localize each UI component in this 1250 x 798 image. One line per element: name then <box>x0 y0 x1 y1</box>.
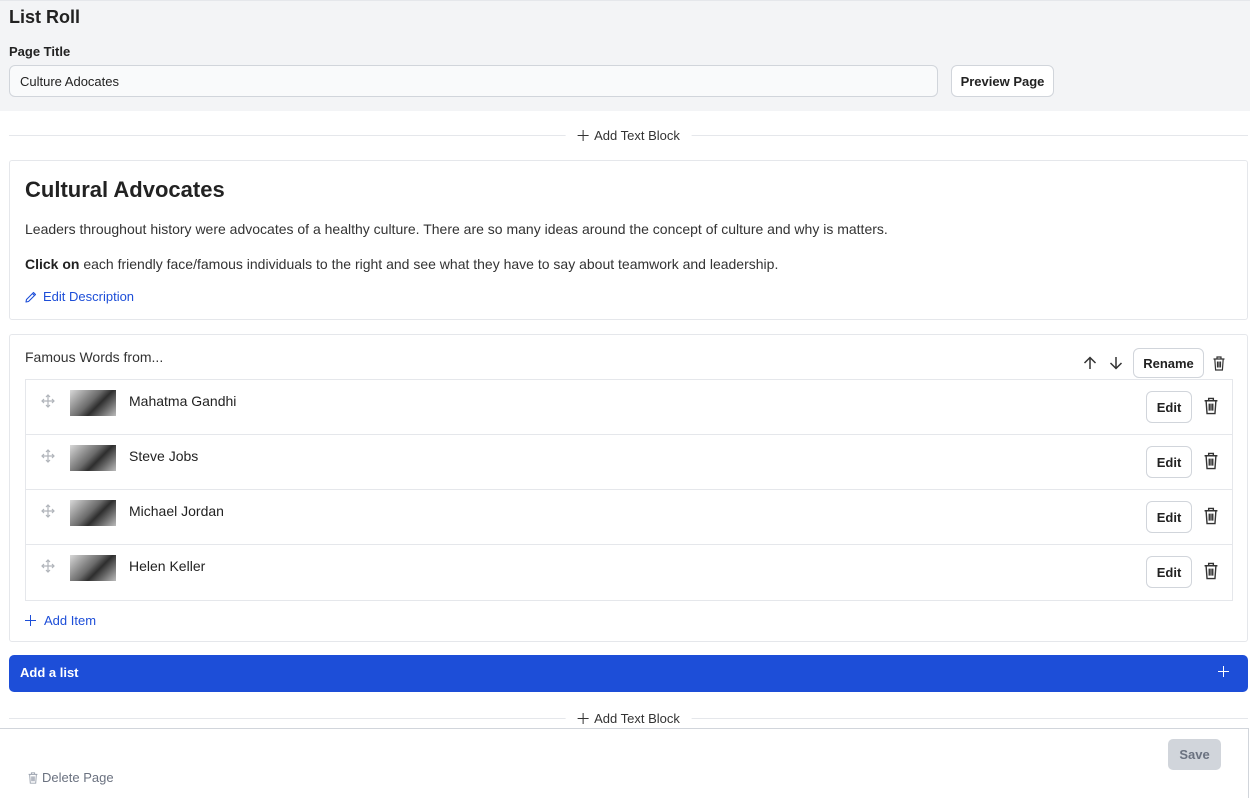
arrow-down-icon <box>1109 357 1123 370</box>
text-block-heading: Cultural Advocates <box>25 177 225 202</box>
item-name: Steve Jobs <box>129 448 199 464</box>
plus-icon <box>1218 666 1229 677</box>
trash-icon <box>28 771 38 784</box>
add-item-button[interactable]: Add Item <box>25 613 96 628</box>
trash-icon[interactable] <box>1204 507 1218 525</box>
item-name: Mahatma Gandhi <box>129 393 237 409</box>
list-item: Mahatma Gandhi Edit <box>26 380 1232 435</box>
edit-description-link[interactable]: Edit Description <box>25 289 134 304</box>
add-item-label: Add Item <box>44 613 97 628</box>
list-items: Mahatma Gandhi Edit Steve Jobs Edit Mich… <box>25 379 1233 601</box>
trash-icon[interactable] <box>1204 397 1218 415</box>
plus-icon <box>577 129 589 141</box>
page-title-input[interactable] <box>9 65 938 97</box>
text-block-paragraph-1: Leaders throughout history were advocate… <box>25 221 888 237</box>
item-thumbnail <box>70 445 116 471</box>
list-name: Famous Words from... <box>25 349 164 365</box>
footer-bar: Save Delete Page <box>0 728 1249 798</box>
page-title-label: Page Title <box>9 44 71 59</box>
delete-page-label: Delete Page <box>42 770 114 785</box>
add-text-block-label: Add Text Block <box>594 710 680 726</box>
text-block-paragraph-2-bold: Click on <box>25 256 80 272</box>
item-thumbnail <box>70 555 116 581</box>
save-button[interactable]: Save <box>1168 739 1221 770</box>
text-block-card: Cultural Advocates Leaders throughout hi… <box>9 160 1248 320</box>
add-text-block-row-bottom: Add Text Block <box>9 709 1248 727</box>
item-name: Michael Jordan <box>129 503 224 519</box>
edit-item-button[interactable]: Edit <box>1146 446 1192 478</box>
app-title: List Roll <box>9 7 80 27</box>
delete-page-button[interactable]: Delete Page <box>28 770 114 785</box>
drag-handle-icon[interactable] <box>41 394 55 408</box>
list-item: Steve Jobs Edit <box>26 435 1232 490</box>
text-block-paragraph-2-rest: each friendly face/famous individuals to… <box>79 256 779 272</box>
plus-icon <box>25 615 36 626</box>
move-list-up-button[interactable] <box>1079 350 1101 376</box>
trash-icon[interactable] <box>1204 452 1218 470</box>
list-item: Helen Keller Edit <box>26 545 1232 600</box>
drag-handle-icon[interactable] <box>41 559 55 573</box>
arrow-up-icon <box>1083 356 1097 369</box>
add-text-block-button-top[interactable]: Add Text Block <box>565 126 692 144</box>
plus-icon <box>577 712 589 724</box>
list-card: Famous Words from... Rename Mahatma Gand… <box>9 334 1248 642</box>
text-block-paragraph-2: Click on each friendly face/famous indiv… <box>25 256 778 272</box>
rename-list-button[interactable]: Rename <box>1133 348 1204 378</box>
pencil-icon <box>25 291 37 303</box>
move-list-down-button[interactable] <box>1105 350 1127 376</box>
list-item: Michael Jordan Edit <box>26 490 1232 545</box>
add-text-block-button-bottom[interactable]: Add Text Block <box>565 709 692 727</box>
item-thumbnail <box>70 390 116 416</box>
preview-page-button[interactable]: Preview Page <box>951 65 1054 97</box>
delete-list-button[interactable] <box>1208 350 1230 376</box>
item-name: Helen Keller <box>129 558 206 574</box>
trash-icon <box>1213 355 1225 371</box>
edit-item-button[interactable]: Edit <box>1146 501 1192 533</box>
drag-handle-icon[interactable] <box>41 504 55 518</box>
edit-item-button[interactable]: Edit <box>1146 391 1192 423</box>
trash-icon[interactable] <box>1204 562 1218 580</box>
edit-description-label: Edit Description <box>43 289 135 304</box>
add-text-block-label: Add Text Block <box>594 127 680 143</box>
drag-handle-icon[interactable] <box>41 449 55 463</box>
add-list-label: Add a list <box>20 665 79 680</box>
list-toolbar: Rename <box>1079 348 1230 378</box>
item-thumbnail <box>70 500 116 526</box>
add-list-button[interactable]: Add a list <box>9 655 1248 692</box>
edit-item-button[interactable]: Edit <box>1146 556 1192 588</box>
add-text-block-row-top: Add Text Block <box>9 126 1248 144</box>
header-panel: List Roll Page Title Preview Page <box>0 0 1250 111</box>
